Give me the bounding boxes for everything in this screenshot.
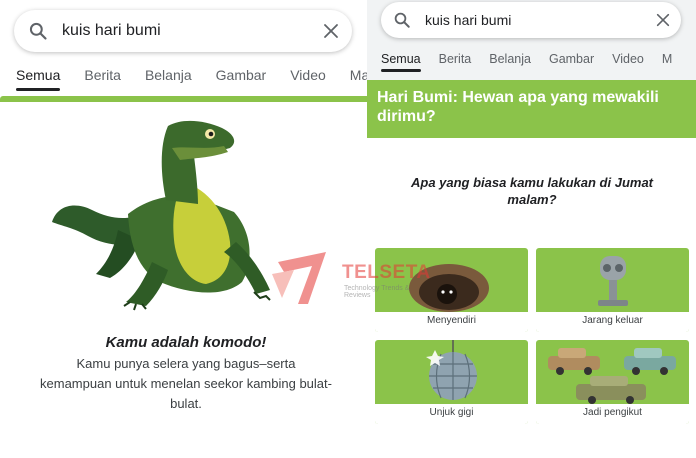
option-label: Menyendiri [375, 312, 528, 332]
telseta-logo-icon [272, 252, 326, 304]
search-icon[interactable] [28, 21, 48, 46]
tab-semua[interactable]: Semua [16, 67, 61, 91]
search-icon[interactable] [393, 11, 411, 34]
search-bar[interactable]: kuis hari bumi [381, 2, 681, 38]
quiz-question: Apa yang biasa kamu lakukan di Jumat mal… [410, 175, 654, 207]
tab-gambar[interactable]: Gambar [549, 52, 594, 66]
option-jarang-keluar[interactable]: Jarang keluar [536, 248, 689, 332]
tab-semua[interactable]: Semua [381, 52, 421, 72]
search-input[interactable]: kuis hari bumi [425, 12, 511, 28]
watermark-tagline: Technology Trends & Reviews [344, 285, 410, 299]
close-icon[interactable] [322, 22, 340, 45]
tab-maps[interactable]: M [662, 52, 672, 66]
binocular-viewer-icon [598, 256, 628, 306]
tab-berita[interactable]: Berita [84, 67, 121, 83]
tab-video[interactable]: Video [290, 67, 326, 83]
cars-icon [548, 348, 676, 404]
search-tabs: Semua Berita Belanja Gambar Video M [381, 52, 672, 72]
option-unjuk-gigi[interactable]: Unjuk gigi [375, 340, 528, 424]
search-tabs: Semua Berita Belanja Gambar Video Ma [16, 67, 369, 91]
search-bar[interactable]: kuis hari bumi [14, 10, 352, 52]
close-icon[interactable] [655, 12, 671, 33]
telseta-watermark: TELSETA Technology Trends & Reviews [268, 248, 431, 308]
right-screen: kuis hari bumi Semua Berita Belanja Gamb… [367, 0, 696, 458]
option-jadi-pengikut[interactable]: Jadi pengikut [536, 340, 689, 424]
option-label: Unjuk gigi [375, 404, 528, 424]
search-input[interactable]: kuis hari bumi [62, 22, 161, 40]
quiz-title: Hari Bumi: Hewan apa yang mewakili dirim… [377, 89, 659, 125]
tab-gambar[interactable]: Gambar [216, 67, 267, 83]
result-title: Kamu adalah komodo! [105, 334, 267, 351]
result-description: Kamu punya selera yang bagus–serta kemam… [40, 356, 332, 411]
quiz-header: Hari Bumi: Hewan apa yang mewakili dirim… [367, 80, 696, 138]
option-label: Jadi pengikut [536, 404, 689, 424]
tab-belanja[interactable]: Belanja [489, 52, 531, 66]
left-screen: kuis hari bumi Semua Berita Belanja Gamb… [0, 0, 372, 458]
tab-video[interactable]: Video [612, 52, 644, 66]
quiz-top-bar [0, 96, 372, 102]
tab-berita[interactable]: Berita [439, 52, 472, 66]
disco-ball-icon [426, 340, 477, 400]
watermark-brand: TELSETA [342, 262, 431, 283]
tab-belanja[interactable]: Belanja [145, 67, 192, 83]
option-label: Jarang keluar [536, 312, 689, 332]
